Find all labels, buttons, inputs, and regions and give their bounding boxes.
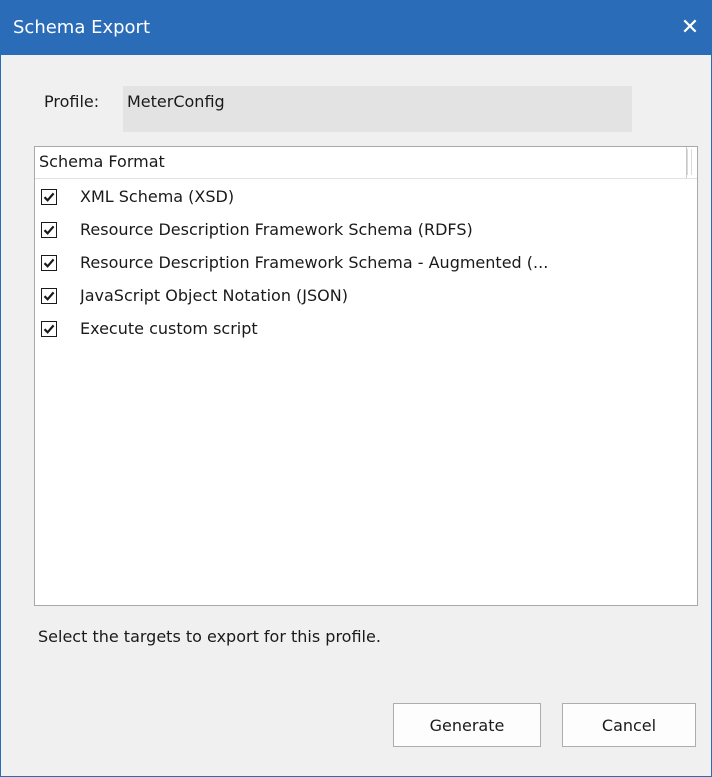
checkmark-icon [43, 225, 55, 235]
list-item-rdfs[interactable]: Resource Description Framework Schema (R… [35, 216, 697, 249]
list-item-label: Resource Description Framework Schema - … [80, 253, 549, 272]
checkbox-xsd[interactable] [41, 189, 57, 205]
profile-value-field: MeterConfig [123, 86, 632, 132]
checkmark-icon [43, 324, 55, 334]
column-resize-handle[interactable] [687, 149, 692, 175]
checkmark-icon [43, 291, 55, 301]
cancel-button[interactable]: Cancel [562, 703, 696, 747]
checkmark-icon [43, 258, 55, 268]
list-item-label: XML Schema (XSD) [80, 187, 235, 206]
list-item-xsd[interactable]: XML Schema (XSD) [35, 183, 697, 216]
checkbox-json[interactable] [41, 288, 57, 304]
list-item-json[interactable]: JavaScript Object Notation (JSON) [35, 282, 697, 315]
profile-label: Profile: [44, 92, 100, 111]
list-item-label: JavaScript Object Notation (JSON) [80, 286, 348, 305]
column-header-schema-format[interactable]: Schema Format [35, 147, 687, 178]
list-item-rdfs-augmented[interactable]: Resource Description Framework Schema - … [35, 249, 697, 282]
list-item-label: Execute custom script [80, 319, 258, 338]
checkbox-rdfs-augmented[interactable] [41, 255, 57, 271]
list-item-label: Resource Description Framework Schema (R… [80, 220, 473, 239]
generate-button[interactable]: Generate [393, 703, 541, 747]
schema-export-dialog: Schema Export ✕ Profile: MeterConfig Sch… [0, 0, 712, 777]
title-bar[interactable]: Schema Export ✕ [1, 1, 711, 55]
hint-text: Select the targets to export for this pr… [38, 627, 381, 646]
checkbox-rdfs[interactable] [41, 222, 57, 238]
list-rows: XML Schema (XSD) Resource Description Fr… [35, 183, 697, 348]
schema-format-list[interactable]: Schema Format XML Schema (XSD) Resource … [34, 146, 698, 606]
list-header: Schema Format [35, 147, 697, 179]
close-icon[interactable]: ✕ [673, 11, 707, 45]
window-title: Schema Export [13, 17, 151, 38]
checkmark-icon [43, 192, 55, 202]
list-item-custom-script[interactable]: Execute custom script [35, 315, 697, 348]
checkbox-custom-script[interactable] [41, 321, 57, 337]
